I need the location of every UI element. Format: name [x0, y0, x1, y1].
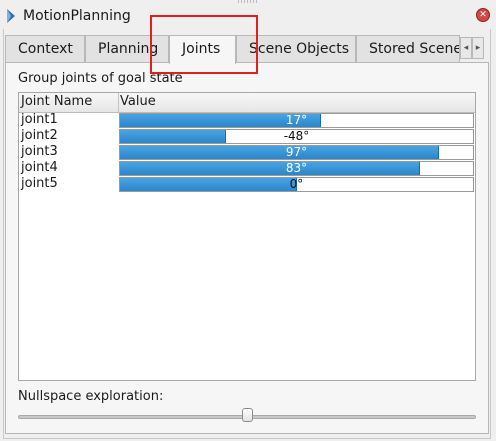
table-row: joint2 -48°	[19, 128, 475, 144]
joint-value-slider[interactable]: 0°	[119, 177, 474, 192]
close-icon[interactable]: ✕	[476, 8, 490, 22]
table-header: Joint Name Value	[19, 93, 475, 113]
column-header-joint-name[interactable]: Joint Name	[21, 94, 92, 109]
joint-name: joint3	[21, 144, 58, 159]
table-row: joint3 97°	[19, 144, 475, 160]
nullspace-label: Nullspace exploration:	[18, 389, 164, 404]
nullspace-slider-handle[interactable]	[241, 408, 253, 422]
joint-value-slider[interactable]: -48°	[119, 129, 474, 144]
joint-value: 97°	[285, 145, 308, 159]
joint-value: 17°	[285, 113, 308, 127]
table-row: joint5 0°	[19, 176, 475, 192]
column-header-value[interactable]: Value	[120, 94, 156, 109]
tab-scroll-left-icon[interactable]: ◂	[460, 37, 472, 59]
joints-tab-content: Group joints of goal state Joint Name Va…	[5, 62, 489, 434]
window-title: MotionPlanning	[23, 8, 131, 24]
tab-joints[interactable]: Joints	[169, 35, 236, 64]
column-divider[interactable]	[118, 93, 119, 112]
joint-value-slider[interactable]: 83°	[119, 161, 474, 176]
table-row: joint4 83°	[19, 160, 475, 176]
joint-value: 0°	[289, 177, 304, 191]
tab-stored-scenes[interactable]: Stored Scenes	[356, 35, 460, 62]
rviz-panel-icon	[7, 9, 15, 23]
tab-scroll-right-icon[interactable]: ▸	[472, 37, 484, 59]
joint-name: joint5	[21, 176, 58, 191]
joint-value-slider[interactable]: 17°	[119, 113, 474, 128]
joint-value: -48°	[283, 129, 310, 143]
joint-value-slider[interactable]: 97°	[119, 145, 474, 160]
joint-name: joint4	[21, 160, 58, 175]
joint-value: 83°	[285, 161, 308, 175]
joint-name: joint2	[21, 128, 58, 143]
tab-context[interactable]: Context	[5, 35, 85, 62]
joints-table: Joint Name Value joint1 17° joint2 -48° …	[18, 92, 476, 381]
table-row: joint1 17°	[19, 112, 475, 128]
joint-name: joint1	[21, 112, 58, 127]
